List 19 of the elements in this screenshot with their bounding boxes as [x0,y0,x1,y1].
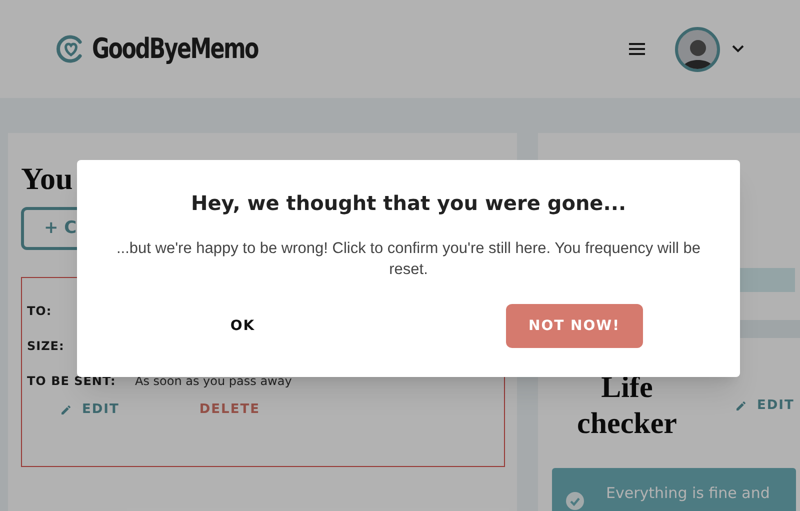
dialog-title: Hey, we thought that you were gone... [190,190,626,217]
field-label: TO: [27,302,53,320]
pencil-icon [60,404,72,416]
life-checker-title: Life checker [576,370,678,442]
menu-icon[interactable] [628,42,646,56]
edit-button[interactable]: EDIT [60,400,120,420]
status-text: Everything is fine and [606,483,770,504]
field-value: As soon as you pass away [135,372,292,390]
avatar[interactable] [675,26,720,72]
dialog-message: ...but we're happy to be wrong! Click to confirm you're still here. You frequency will be reset. [115,239,702,280]
chevron-down-icon[interactable] [732,45,744,53]
pencil-icon [735,400,747,412]
field-label: SIZE: [27,338,66,354]
logo-text[interactable]: GoodByeMemo [92,28,258,70]
ok-button[interactable]: OK [216,304,270,348]
edit-button[interactable]: EDIT [735,396,794,416]
heading: You [21,161,74,197]
delete-button[interactable]: DELETE [199,400,260,420]
not-now-button[interactable]: NOT NOW! [506,304,643,348]
